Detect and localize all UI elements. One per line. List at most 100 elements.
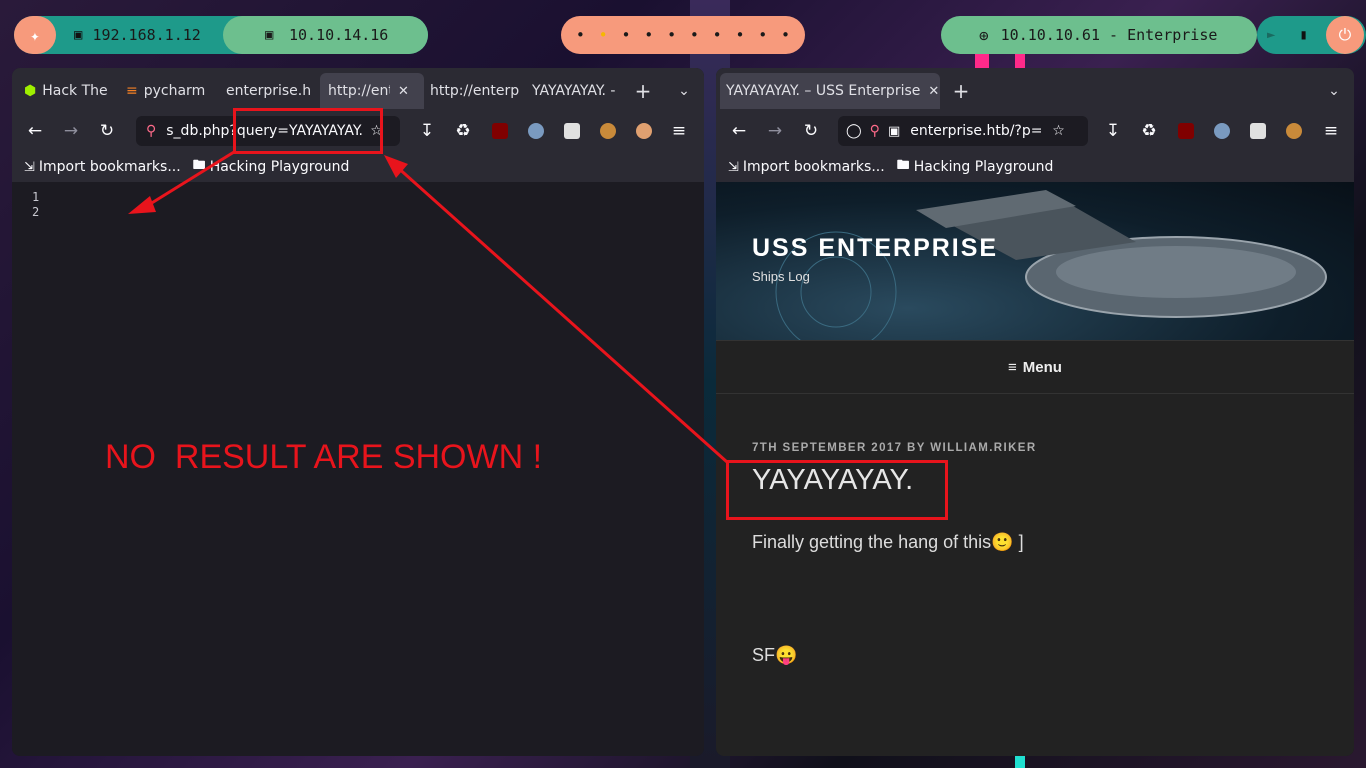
target-label: 10.10.10.61 - Enterprise xyxy=(1000,26,1218,44)
reload-icon: ↻ xyxy=(803,121,819,141)
plus-icon: + xyxy=(634,79,652,103)
workspace-dot[interactable]: • xyxy=(621,26,630,44)
workspace-dot[interactable]: • xyxy=(667,26,676,44)
bookmarks-toolbar: ⇲ Import bookmarks... 🖿 Hacking Playgrou… xyxy=(716,152,1354,183)
tab-label: http://ent xyxy=(328,83,390,99)
app-menu-button[interactable]: ≡ xyxy=(668,120,690,142)
arrow-right-icon: → xyxy=(63,121,79,141)
bookmarks-toolbar: ⇲ Import bookmarks... 🖿 Hacking Playgrou… xyxy=(12,152,704,183)
kali-menu-button[interactable]: ✦ xyxy=(14,16,56,54)
site-header-image: USS ENTERPRISE Ships Log xyxy=(716,182,1354,340)
downloads-button[interactable]: ↧ xyxy=(1102,120,1124,142)
left-browser-window: ⬢ Hack The ≡ pycharm enterprise.h http:/… xyxy=(12,68,704,756)
vpn-ip: 10.10.14.16 xyxy=(289,26,389,44)
qr-code-icon[interactable] xyxy=(564,123,580,139)
cookie-icon[interactable] xyxy=(600,123,616,139)
tab-label: Hack The xyxy=(42,83,108,99)
battery-icon[interactable]: ▮ xyxy=(1299,27,1307,43)
folder-icon: 🖿 xyxy=(192,158,206,173)
wallpaper-neon xyxy=(1015,756,1025,768)
url-bar[interactable]: ◯ ⚲ ▣ enterprise.htb/?p= ☆ xyxy=(838,116,1088,146)
workspace-dot[interactable]: • xyxy=(758,26,767,44)
back-button[interactable]: ← xyxy=(728,120,750,142)
network-icon: ▣ xyxy=(74,27,83,43)
app-menu-button[interactable]: ≡ xyxy=(1320,120,1342,142)
forward-button[interactable]: → xyxy=(764,120,786,142)
post-meta[interactable]: 7TH SEPTEMBER 2017 BY WILLIAM.RIKER xyxy=(752,442,1037,454)
url-text[interactable]: enterprise.htb/?p= xyxy=(910,123,1044,139)
nav-toolbar: ← → ↻ ◯ ⚲ ▣ enterprise.htb/?p= ☆ ↧ ♻ ≡ xyxy=(716,110,1354,152)
right-browser-window: YAYAYAYAY. – USS Enterprise ✕ + ⌄ ← → ↻ … xyxy=(716,68,1354,756)
import-icon: ⇲ xyxy=(728,159,739,175)
folder-label: Hacking Playground xyxy=(209,159,350,175)
post-body-2: SF😛 xyxy=(752,645,798,665)
import-bookmarks[interactable]: ⇲ Import bookmarks... xyxy=(728,159,885,175)
vpn-pill: ▣ 10.10.14.16 xyxy=(223,16,428,54)
folder-label: Hacking Playground xyxy=(913,159,1054,175)
site-title[interactable]: USS ENTERPRISE xyxy=(752,234,998,263)
tab-label: enterprise.h xyxy=(226,83,312,99)
download-icon: ↧ xyxy=(1105,121,1121,141)
reload-button[interactable]: ↻ xyxy=(800,120,822,142)
privacy-badger-icon[interactable] xyxy=(1214,123,1230,139)
tab-close-icon[interactable]: ✕ xyxy=(398,84,409,99)
workspace-dot[interactable]: • xyxy=(576,26,585,44)
workspace-dot[interactable]: • xyxy=(644,26,653,44)
puzzle-icon: ♻ xyxy=(455,121,471,141)
speaker-icon[interactable]: ► xyxy=(1267,27,1275,43)
back-button[interactable]: ← xyxy=(24,120,46,142)
star-icon[interactable]: ☆ xyxy=(1052,123,1065,139)
page-info-icon: ▣ xyxy=(887,123,901,139)
cookie-icon[interactable] xyxy=(1286,123,1302,139)
laptop-icon: ▣ xyxy=(265,27,274,43)
hack-tools-icon[interactable] xyxy=(636,123,652,139)
hackthebox-icon: ⬢ xyxy=(24,83,37,99)
local-ip: 192.168.1.12 xyxy=(92,26,201,44)
qr-code-icon[interactable] xyxy=(1250,123,1266,139)
kali-dragon-icon: ✦ xyxy=(30,25,40,45)
power-button[interactable]: ⏻ xyxy=(1326,16,1364,54)
tab-list-button[interactable]: ⌄ xyxy=(1322,73,1346,109)
tab-enterprise[interactable]: enterprise.h xyxy=(218,73,322,109)
extensions-button[interactable]: ♻ xyxy=(452,120,474,142)
workspace-dot[interactable]: • xyxy=(735,26,744,44)
import-bookmarks-label: Import bookmarks... xyxy=(38,159,181,175)
ublock-icon[interactable] xyxy=(492,123,508,139)
new-tab-button[interactable]: + xyxy=(948,73,974,109)
tab-label: YAYAYAYAY. - xyxy=(532,83,616,99)
menu-bar: ≡ Menu xyxy=(716,340,1354,394)
downloads-button[interactable]: ↧ xyxy=(416,120,438,142)
workspace-switcher[interactable]: • • • • • • • • • • xyxy=(561,16,805,54)
stackoverflow-icon: ≡ xyxy=(126,83,138,99)
forward-button[interactable]: → xyxy=(60,120,82,142)
download-icon: ↧ xyxy=(419,121,435,141)
import-bookmarks-label: Import bookmarks... xyxy=(742,159,885,175)
tab-close-icon[interactable]: ✕ xyxy=(928,84,939,99)
workspace-dot[interactable]: • xyxy=(713,26,722,44)
tab-strip: ⬢ Hack The ≡ pycharm enterprise.h http:/… xyxy=(12,68,704,110)
extensions-button[interactable]: ♻ xyxy=(1138,120,1160,142)
tab-list-button[interactable]: ⌄ xyxy=(672,73,696,109)
tab-active-post[interactable]: YAYAYAYAY. – USS Enterprise ✕ xyxy=(720,73,940,109)
folder-icon: 🖿 xyxy=(896,158,910,173)
tab-yayayay[interactable]: YAYAYAYAY. - xyxy=(524,73,628,109)
tab-active-query[interactable]: http://ent ✕ xyxy=(320,73,424,109)
workspace-dot[interactable]: • xyxy=(781,26,790,44)
annotation-text: NO RESULT ARE SHOWN ! xyxy=(105,438,543,476)
insecure-lock-icon: ⚲ xyxy=(869,123,880,139)
hamburger-icon: ≡ xyxy=(1008,358,1017,376)
tab-enterprise-2[interactable]: http://enterp xyxy=(422,73,524,109)
tab-pycharm[interactable]: ≡ pycharm xyxy=(118,73,210,109)
tab-label: YAYAYAYAY. – USS Enterprise xyxy=(726,83,921,99)
reload-button[interactable]: ↻ xyxy=(96,120,118,142)
ublock-icon[interactable] xyxy=(1178,123,1194,139)
privacy-badger-icon[interactable] xyxy=(528,123,544,139)
workspace-dot[interactable]: • xyxy=(690,26,699,44)
tab-hackthebox[interactable]: ⬢ Hack The xyxy=(16,73,112,109)
bookmark-folder-hacking[interactable]: 🖿 Hacking Playground xyxy=(897,156,1054,178)
bookmark-folder-hacking[interactable]: 🖿 Hacking Playground xyxy=(193,156,350,178)
workspace-dot-active[interactable]: • xyxy=(599,26,608,44)
menu-toggle-button[interactable]: ≡ Menu xyxy=(1008,359,1062,376)
import-bookmarks[interactable]: ⇲ Import bookmarks... xyxy=(24,159,181,175)
new-tab-button[interactable]: + xyxy=(630,73,656,109)
